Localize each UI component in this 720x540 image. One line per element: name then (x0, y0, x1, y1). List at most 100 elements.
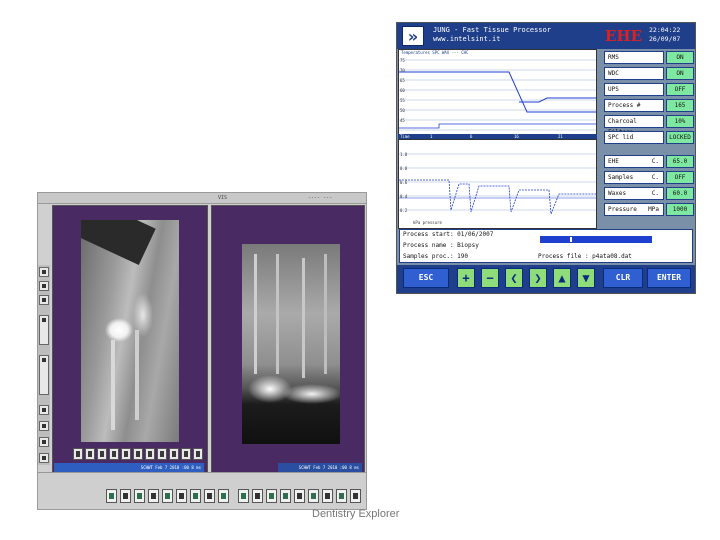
status-row-ups: UPS OFF (604, 83, 694, 96)
brightness-icon[interactable] (39, 355, 49, 395)
status-name: WDC (604, 67, 664, 80)
tooth-icon[interactable] (134, 489, 145, 503)
status-row-waxes: Waxes C. 60.0 (604, 187, 694, 200)
down-arrow-button[interactable]: ▼ (577, 268, 595, 288)
rotate-icon[interactable] (39, 281, 49, 291)
plus-button[interactable]: + (457, 268, 475, 288)
slide-caption: Dentistry Explorer (312, 508, 400, 520)
pressure-graph-lines (399, 153, 596, 215)
dental-left-toolbar (38, 265, 50, 465)
clock-date: 26/09/07 (649, 35, 681, 43)
ehe-logo: EHE (605, 27, 643, 45)
help-icon[interactable] (350, 489, 361, 503)
status-name: Charcoal Filters (604, 115, 664, 136)
process-progress-bar (540, 236, 652, 243)
status-name: EHE C. (604, 155, 664, 168)
brand-line-1: JUNG - Fast Tissue Processor (433, 26, 552, 34)
minus-button[interactable]: − (481, 268, 499, 288)
thumb-icon[interactable] (73, 448, 83, 460)
status-label: EHE (608, 158, 619, 165)
right-arrow-button[interactable]: ❯ (529, 268, 547, 288)
clr-button[interactable]: CLR (603, 268, 643, 288)
save-icon[interactable] (39, 453, 49, 463)
note-icon[interactable] (252, 489, 263, 503)
graph1-tick: 45 (400, 118, 405, 123)
mirror-icon[interactable] (39, 405, 49, 415)
angle-icon[interactable] (204, 489, 215, 503)
thumb-icon[interactable] (97, 448, 107, 460)
left-arrow-button[interactable]: ❮ (505, 268, 523, 288)
graph2-tick: 0.2 (400, 208, 408, 213)
status-value[interactable]: 165 (666, 99, 694, 112)
status-name: Samples C. (604, 171, 664, 184)
thumb-icon[interactable] (109, 448, 119, 460)
panel1-thumbnail-strip (73, 448, 208, 462)
thumb-icon[interactable] (169, 448, 179, 460)
chevron-logo-icon: » (402, 26, 424, 46)
status-name: Pressure MPa (604, 203, 664, 216)
dental-title-right: ---- --- (308, 195, 333, 201)
status-unit: C. (651, 174, 659, 181)
dental-app-screenshot: VIS ---- --- SCHWT Feb 7 2010:00 8 ms S… (37, 192, 367, 510)
filter-icon[interactable] (294, 489, 305, 503)
arrow-icon[interactable] (190, 489, 201, 503)
printer-icon[interactable] (148, 489, 159, 503)
status-value[interactable]: LOCKED (666, 131, 694, 144)
graph1-tick: 55 (400, 98, 405, 103)
rotate-icon[interactable] (162, 489, 173, 503)
status-name: UPS (604, 83, 664, 96)
status-row-process-number: Process # 165 (604, 99, 694, 112)
grid-icon[interactable] (238, 489, 249, 503)
thumb-icon[interactable] (121, 448, 131, 460)
temperature-graph-lines (399, 59, 596, 131)
status-value[interactable]: 10% (666, 115, 694, 128)
thumb-icon[interactable] (145, 448, 155, 460)
process-start: Process start: 01/06/2007 (403, 231, 494, 238)
status-row-charcoal-filters: Charcoal Filters 10% (604, 115, 694, 136)
close-icon[interactable] (336, 489, 347, 503)
thumb-icon[interactable] (85, 448, 95, 460)
zoom-icon[interactable] (39, 267, 49, 277)
status-unit: C. (651, 158, 659, 165)
contrast-icon[interactable] (39, 315, 49, 345)
status-value[interactable]: 65.0 (666, 155, 694, 168)
status-name: SPC lid (604, 131, 664, 144)
settings-icon[interactable] (322, 489, 333, 503)
enter-button[interactable]: ENTER (647, 268, 691, 288)
panel2-status-bar: SCHWT Feb 7 2010 :00 8 ms (278, 463, 362, 472)
esc-button[interactable]: ESC (403, 268, 449, 288)
tooth-icon[interactable] (39, 295, 49, 305)
graph1-tick: 75 (400, 58, 405, 63)
status-name: RMS (604, 51, 664, 64)
thumb-icon[interactable] (181, 448, 191, 460)
graph2-tick: 0.8 (400, 166, 408, 171)
measure-icon[interactable] (218, 489, 229, 503)
thumb-icon[interactable] (133, 448, 143, 460)
cursor-icon[interactable] (106, 489, 117, 503)
up-arrow-button[interactable]: ▲ (553, 268, 571, 288)
export-icon[interactable] (308, 489, 319, 503)
thumb-icon[interactable] (193, 448, 203, 460)
dental-xray-image-2[interactable] (242, 244, 340, 444)
zoom-icon[interactable] (120, 489, 131, 503)
status-value[interactable]: ON (666, 51, 694, 64)
thumb-icon[interactable] (157, 448, 167, 460)
compare-icon[interactable] (266, 489, 277, 503)
status-value[interactable]: 1000 (666, 203, 694, 216)
tissue-processor-screenshot: » JUNG - Fast Tissue Processor www.intel… (396, 22, 696, 294)
status-label: Waxes (608, 190, 627, 197)
dental-xray-image-1[interactable] (81, 220, 179, 442)
xray-viewer-panel-2[interactable] (211, 205, 365, 473)
chart-icon[interactable] (280, 489, 291, 503)
pen-icon[interactable] (176, 489, 187, 503)
status-value[interactable]: OFF (666, 171, 694, 184)
status-value[interactable]: 60.0 (666, 187, 694, 200)
xray-viewer-panel-1[interactable] (52, 205, 208, 473)
dental-titlebar: VIS ---- --- (38, 193, 366, 204)
status-value[interactable]: ON (666, 67, 694, 80)
status-label: Pressure (608, 206, 637, 213)
print-icon[interactable] (39, 437, 49, 447)
status-value[interactable]: OFF (666, 83, 694, 96)
measure-icon[interactable] (39, 421, 49, 431)
processor-brand: JUNG - Fast Tissue Processor www.intelsi… (433, 26, 551, 44)
